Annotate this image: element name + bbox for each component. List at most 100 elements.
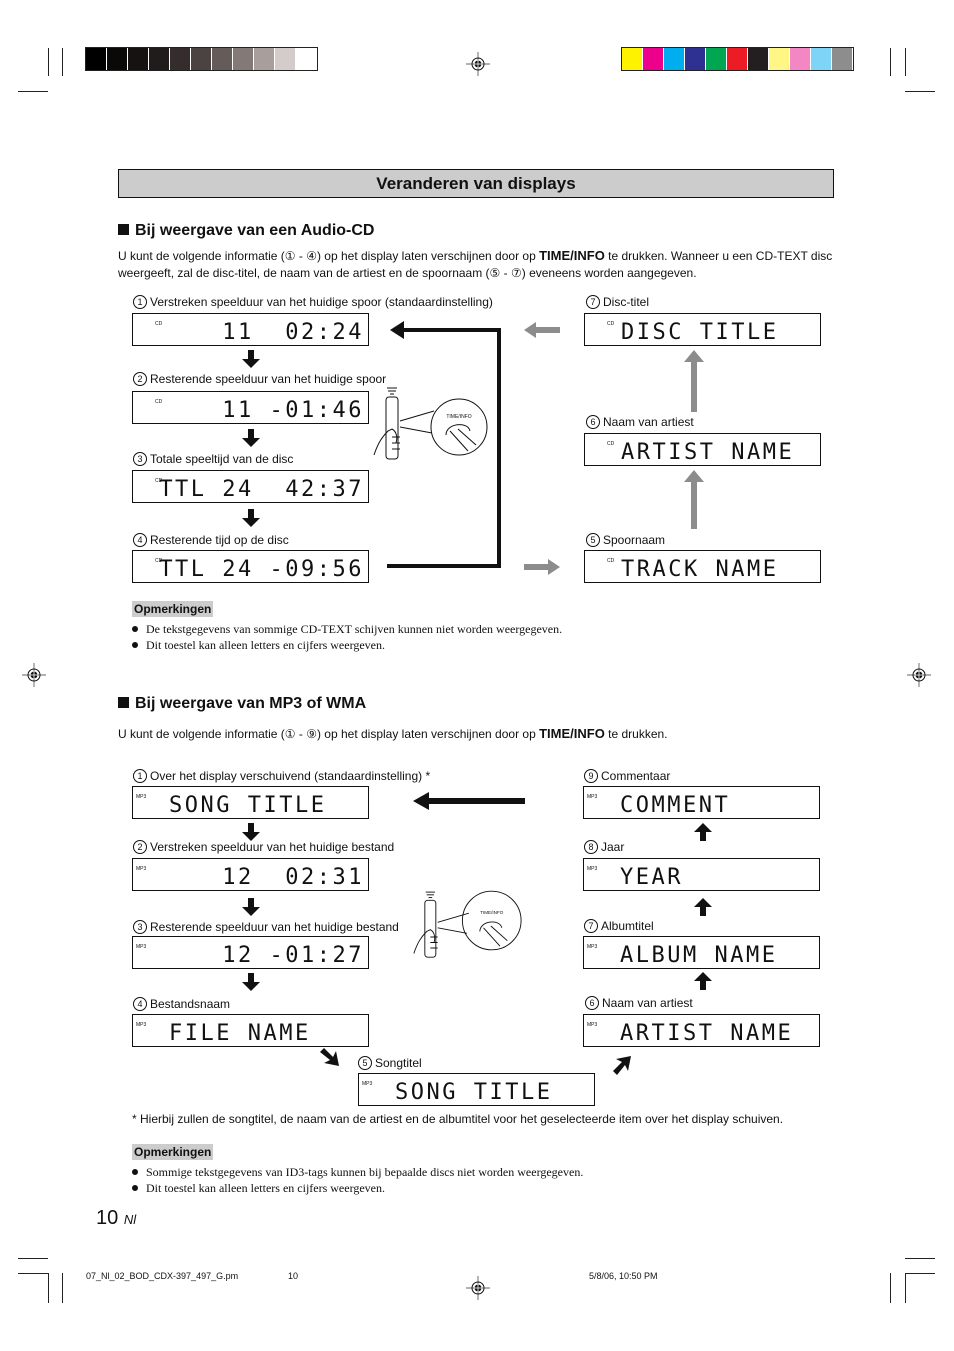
asterisk: *: [425, 769, 431, 783]
page-title: Veranderen van displays: [118, 169, 834, 198]
step-number: 1: [133, 295, 147, 309]
crop-mark: [890, 1273, 891, 1303]
section-heading-mp3: Bij weergave van MP3 of WMA: [118, 695, 366, 713]
step-number: 6: [586, 415, 600, 429]
mp3-indicator: MP3: [136, 866, 147, 872]
cd-display-label-6: 6 Naam van artiest: [586, 415, 694, 429]
mp3-footnote: * Hierbij zullen de songtitel, de naam v…: [132, 1112, 784, 1126]
arrow-left-icon: [524, 322, 560, 338]
color-swatch: [727, 48, 748, 70]
page-number-text: 10: [96, 1207, 119, 1229]
color-swatch: [296, 48, 317, 70]
mp3-display-label-3: 3 Resterende speelduur van het huidige be…: [133, 920, 399, 934]
arrow-up-icon: [694, 898, 712, 916]
color-swatch: [107, 48, 128, 70]
cd-display-label-4: 4 Resterende tijd op de disc: [133, 533, 289, 547]
color-swatch: [191, 48, 212, 70]
text: ) op het display laten verschijnen door …: [316, 249, 540, 263]
bullet-icon: [132, 1169, 138, 1175]
mp3-note-1: Sommige tekstgegevens van ID3-tags kunne…: [132, 1165, 583, 1180]
lcd-text: 11 02:24: [222, 320, 364, 345]
label-text: Totale speeltijd van de disc: [150, 452, 294, 466]
cd-lcd-display-3: CD TTL 24 42:37: [132, 470, 369, 503]
key-name: TIME/INFO: [539, 726, 605, 741]
color-swatch: [811, 48, 832, 70]
mp3-lcd-display-3: MP3 12 -01:27: [132, 936, 369, 969]
mp3-lcd-display-7: MP3 ALBUM NAME: [583, 936, 820, 969]
lcd-text: ARTIST NAME: [620, 1021, 794, 1046]
mp3-display-label-1: 1 Over het display verschuivend (standaar…: [133, 769, 430, 783]
text: ) op het display laten verschijnen door …: [316, 727, 540, 741]
cd-display-label-1: 1 Verstreken speelduur van het huidige sp…: [133, 295, 493, 309]
notes-heading-text: Opmerkingen: [132, 1144, 214, 1160]
label-text: Jaar: [601, 840, 625, 854]
cd-indicator: CD: [155, 321, 163, 327]
footer-page: 10: [288, 1271, 299, 1281]
text: U kunt de volgende informatie (: [118, 727, 285, 741]
mp3-lcd-display-5: MP3 SONG TITLE: [358, 1073, 595, 1106]
footer-date: 5/8/06, 10:50 PM: [589, 1271, 658, 1281]
mp3-lcd-display-1: MP3 SONG TITLE: [132, 786, 369, 819]
crop-mark: [890, 48, 891, 76]
arrow-left-icon: [413, 792, 525, 810]
color-swatch: [832, 48, 853, 70]
step-number: 5: [586, 533, 600, 547]
cd-display-label-2: 2 Resterende speelduur van het huidige sp…: [133, 372, 386, 386]
mp3-intro-paragraph: U kunt de volgende informatie (① - ⑨) op…: [118, 725, 834, 743]
label-text: Over het display verschuivend (standaard…: [150, 769, 423, 783]
step-number: 7: [584, 919, 598, 933]
cd-display-label-5: 5 Spoornaam: [586, 533, 665, 547]
remote-button-label: TIME/INFO: [446, 414, 471, 420]
crop-mark: [62, 48, 63, 76]
bullet-icon: [132, 626, 138, 632]
bullet-icon: [132, 642, 138, 648]
step-number: 9: [584, 769, 598, 783]
arrow-right-icon: [524, 559, 560, 575]
color-swatch: [685, 48, 706, 70]
cd-indicator: CD: [607, 321, 615, 327]
step-number: 2: [133, 840, 147, 854]
registration-mark-icon: [466, 1276, 490, 1300]
label-text: Resterende tijd op de disc: [150, 533, 289, 547]
lcd-text: TRACK NAME: [621, 557, 779, 582]
mp3-display-label-4: 4 Bestandsnaam: [133, 997, 230, 1011]
remote-control-press-icon: TIME/INFO: [413, 890, 522, 958]
cd-flow-arrows: [242, 321, 704, 575]
label-text: Songtitel: [375, 1056, 422, 1070]
color-bar: [621, 47, 854, 71]
step-number: 3: [133, 920, 147, 934]
step-number: 5: [358, 1056, 372, 1070]
color-swatch: [769, 48, 790, 70]
cd-lcd-display-5: CD TRACK NAME: [584, 550, 821, 583]
step-number: 7: [586, 295, 600, 309]
label-text: Verstreken speelduur van het huidige spo…: [150, 295, 493, 309]
square-bullet-icon: [118, 224, 129, 235]
crop-mark: [905, 1273, 906, 1303]
color-swatch: [86, 48, 107, 70]
crop-mark: [48, 1273, 49, 1303]
footer-filename: 07_Nl_02_BOD_CDX-397_497_G.pm: [86, 1271, 239, 1281]
arrow-down-right-icon: [320, 1048, 339, 1066]
crop-mark: [905, 1258, 935, 1259]
color-swatch: [275, 48, 296, 70]
cd-lcd-display-2: CD 11 -01:46: [132, 391, 369, 424]
arrow-down-icon: [242, 973, 260, 991]
lcd-text: DISC TITLE: [621, 320, 779, 345]
label-text: Bestandsnaam: [150, 997, 231, 1011]
cd-lcd-display-7: CD DISC TITLE: [584, 313, 821, 346]
color-swatch: [643, 48, 664, 70]
lcd-text: TTL 24 42:37: [159, 477, 364, 502]
step-number: 1: [133, 769, 147, 783]
cd-notes-heading: Opmerkingen: [132, 600, 214, 618]
arrow-down-icon: [242, 898, 260, 916]
text: ) eveneens worden aangegeven.: [521, 266, 697, 280]
section-heading-cd: Bij weergave van een Audio-CD: [118, 222, 374, 240]
mp3-lcd-display-9: MP3 COMMENT: [583, 786, 820, 819]
label-text: Albumtitel: [601, 919, 654, 933]
remote-control-press-icon: TIME/INFO: [373, 387, 488, 460]
mp3-display-label-6: 6 Naam van artiest: [585, 996, 693, 1010]
mp3-indicator: MP3: [362, 1081, 373, 1087]
note-text: Sommige tekstgegevens van ID3-tags kunne…: [146, 1165, 584, 1179]
mp3-notes-heading: Opmerkingen: [132, 1143, 214, 1161]
square-bullet-icon: [118, 697, 129, 708]
